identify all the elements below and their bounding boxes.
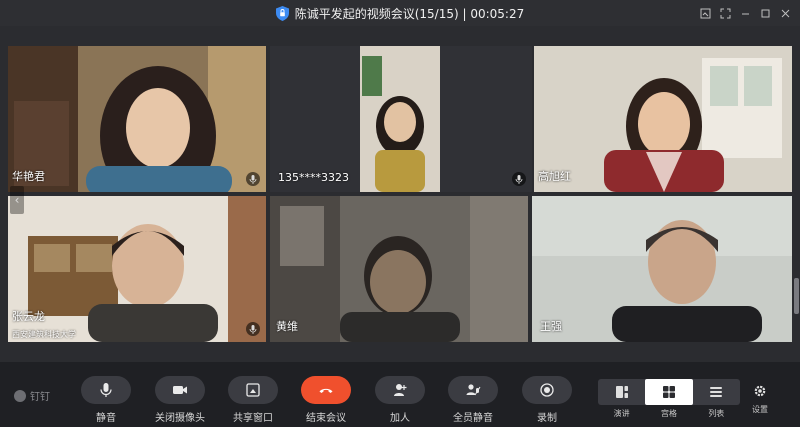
record-button[interactable]: 录制 — [522, 376, 572, 424]
speaker-layout-button[interactable] — [598, 379, 645, 405]
video-grid: 华艳君 135****3323 高旭红 张云龙 西安建筑科技大学 黄维 王强 — [8, 46, 792, 342]
camera-off-button[interactable]: 关闭摄像头 — [155, 376, 205, 424]
add-person-label: 加人 — [390, 413, 410, 424]
video-tile[interactable]: 高旭红 — [534, 46, 792, 192]
end-meeting-label: 结束会议 — [306, 413, 346, 424]
participant-video — [270, 196, 528, 342]
mic-icon — [512, 172, 526, 186]
participant-name: 王强 — [540, 320, 562, 333]
grid-layout-icon — [662, 386, 675, 398]
close-icon[interactable] — [776, 4, 794, 22]
grid-layout-button[interactable] — [645, 379, 693, 405]
meeting-title: 陈诚平发起的视频会议(15/15) | 00:05:27 — [294, 6, 525, 21]
mute-button[interactable]: 静音 — [81, 376, 131, 424]
mute-all-label: 全员静音 — [453, 413, 493, 424]
list-layout-button[interactable] — [693, 379, 740, 405]
end-meeting-button[interactable]: 结束会议 — [301, 376, 351, 424]
participant-name: 华艳君 — [12, 170, 45, 183]
record-label: 录制 — [537, 413, 557, 424]
participant-video — [534, 46, 792, 192]
video-tile[interactable]: 135****3323 — [270, 46, 532, 192]
screenshot-icon[interactable] — [696, 4, 714, 22]
participant-name: 黄维 — [276, 320, 298, 333]
fullscreen-icon[interactable] — [716, 4, 734, 22]
speaker-layout-icon — [615, 386, 628, 398]
shield-icon — [275, 5, 289, 21]
participant-video — [532, 196, 792, 342]
add-person-button[interactable]: 加人 — [375, 376, 425, 424]
participant-name: 张云龙 — [12, 310, 45, 323]
scrollbar[interactable] — [794, 278, 799, 314]
participant-name: 高旭红 — [538, 170, 571, 183]
grid-layout-label: 宫格 — [660, 409, 677, 418]
mute-all-button[interactable]: 全员静音 — [448, 376, 498, 424]
settings-button[interactable]: 设置 — [752, 384, 768, 415]
minimize-icon[interactable] — [736, 4, 754, 22]
meeting-window: 陈诚平发起的视频会议(15/15) | 00:05:27 华艳君 135****… — [0, 0, 800, 427]
title-group: 陈诚平发起的视频会议(15/15) | 00:05:27 — [275, 5, 525, 22]
participant-name: 135****3323 — [278, 171, 349, 184]
record-icon — [522, 376, 572, 404]
title-bar: 陈诚平发起的视频会议(15/15) | 00:05:27 — [0, 0, 800, 26]
share-screen-icon — [228, 376, 278, 404]
share-window-label: 共享窗口 — [233, 413, 273, 424]
video-tile[interactable]: 张云龙 西安建筑科技大学 — [8, 196, 266, 342]
video-tile[interactable]: 王强 — [532, 196, 792, 342]
app-logo: 钉钉 — [14, 388, 50, 403]
previous-page-arrow[interactable]: ‹ — [10, 186, 24, 214]
app-name: 钉钉 — [30, 392, 50, 403]
list-layout-label: 列表 — [708, 409, 725, 418]
layout-switcher — [598, 379, 740, 405]
maximize-icon[interactable] — [756, 4, 774, 22]
gear-icon — [754, 385, 766, 397]
mic-icon — [246, 172, 260, 186]
camera-off-label: 关闭摄像头 — [155, 413, 205, 424]
speaker-layout-label: 演讲 — [613, 409, 630, 418]
mute-label: 静音 — [96, 413, 116, 424]
add-person-icon — [375, 376, 425, 404]
layout-labels: 演讲 宫格 列表 — [598, 408, 740, 419]
share-window-button[interactable]: 共享窗口 — [228, 376, 278, 424]
participant-video — [8, 46, 266, 192]
microphone-icon — [81, 376, 131, 404]
mute-all-icon — [448, 376, 498, 404]
mic-icon — [246, 322, 260, 336]
dingtalk-icon — [14, 389, 26, 402]
video-tile[interactable]: 华艳君 — [8, 46, 266, 192]
participant-organization: 西安建筑科技大学 — [12, 330, 76, 339]
participant-video — [8, 196, 266, 342]
hang-up-icon — [301, 376, 351, 404]
list-layout-icon — [710, 387, 723, 397]
video-tile[interactable]: 黄维 — [270, 196, 528, 342]
settings-label: 设置 — [752, 405, 768, 414]
camera-icon — [155, 376, 205, 404]
window-controls — [696, 4, 794, 22]
